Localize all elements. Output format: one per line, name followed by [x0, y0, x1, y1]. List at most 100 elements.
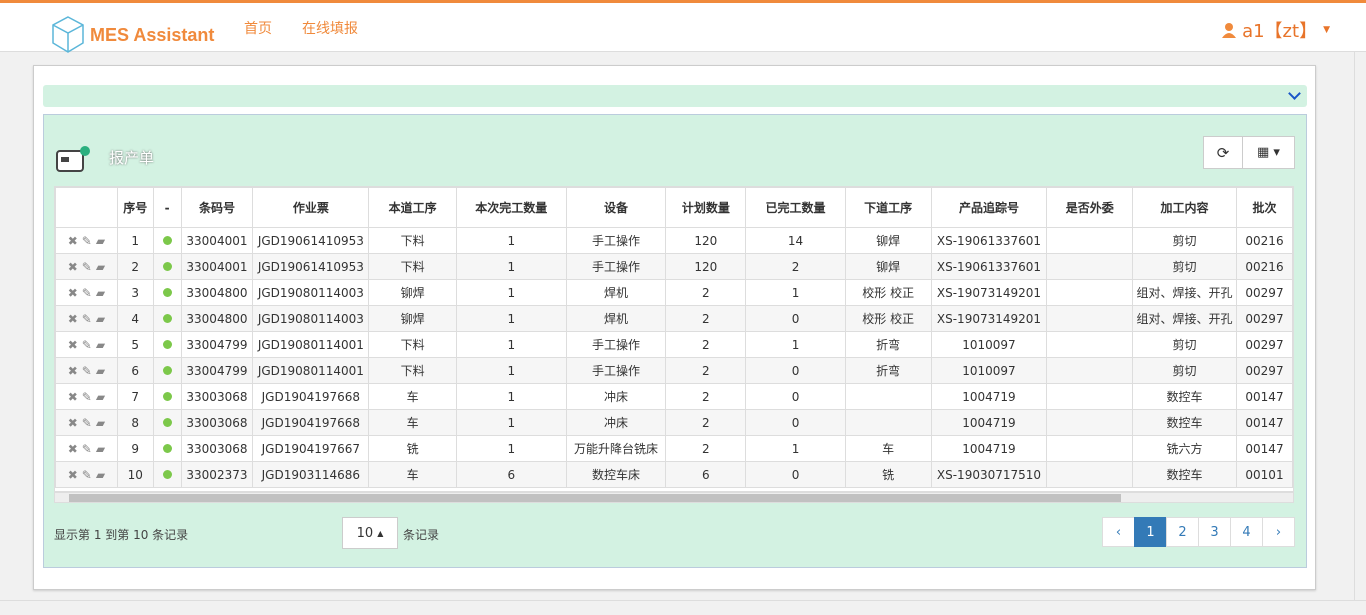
caret-up-icon: ▲ [377, 528, 384, 538]
table-cell: 1010097 [930, 331, 1048, 358]
column-header[interactable]: 本道工序 [368, 187, 457, 228]
table-cell: 1 [455, 253, 567, 280]
delete-icon[interactable]: ✖ [68, 390, 78, 404]
table-cell: 00297 [1236, 357, 1293, 384]
table-cell: 万能升降台铣床 [565, 435, 667, 462]
table-cell: 3 [116, 279, 154, 306]
page-button[interactable]: 1 [1134, 517, 1167, 547]
page-button[interactable]: 4 [1230, 517, 1263, 547]
folder-icon[interactable]: ▰ [96, 338, 105, 352]
filter-bar[interactable] [43, 85, 1307, 107]
folder-icon[interactable]: ▰ [96, 364, 105, 378]
table-cell: 6 [665, 461, 747, 488]
page-scrollbar[interactable] [1354, 52, 1366, 600]
table-cell: 1004719 [930, 383, 1048, 410]
table-cell: 00147 [1236, 409, 1293, 436]
table-cell: XS-19073149201 [930, 305, 1048, 332]
table-row[interactable]: ✖ ✎ ▰ 9 33003068 JGD1904197667 铣 1 万能升降台铣床 2 1 车 100… [55, 435, 1293, 462]
folder-icon[interactable]: ▰ [96, 260, 105, 274]
page-button[interactable]: 3 [1198, 517, 1231, 547]
user-menu[interactable]: a1【zt】 ▼ [1222, 17, 1330, 43]
brand-name[interactable]: MES Assistant [90, 25, 214, 46]
edit-icon[interactable]: ✎ [82, 286, 92, 300]
nav-home[interactable]: 首页 [244, 18, 272, 38]
table-row[interactable]: ✖ ✎ ▰ 2 33004001 JGD19061410953 下料 1 手工操作 120 2 铆焊 X… [55, 253, 1293, 280]
delete-icon[interactable]: ✖ [68, 416, 78, 430]
status-cell [152, 383, 182, 410]
status-dot-icon [162, 339, 172, 349]
edit-icon[interactable]: ✎ [82, 416, 92, 430]
table-cell: 手工操作 [565, 253, 667, 280]
folder-icon[interactable]: ▰ [96, 416, 105, 430]
table-row[interactable]: ✖ ✎ ▰ 5 33004799 JGD19080114001 下料 1 手工操作 2 1 折弯 101… [55, 331, 1293, 358]
table-cell: XS-19030717510 [930, 461, 1048, 488]
page-button[interactable]: ‹ [1102, 517, 1135, 547]
edit-icon[interactable]: ✎ [82, 312, 92, 326]
edit-icon[interactable]: ✎ [82, 442, 92, 456]
column-header[interactable]: - [152, 187, 182, 228]
column-header[interactable]: 是否外委 [1046, 187, 1134, 228]
delete-icon[interactable]: ✖ [68, 286, 78, 300]
table-cell: 33004799 [180, 331, 254, 358]
delete-icon[interactable]: ✖ [68, 312, 78, 326]
column-header[interactable]: 加工内容 [1132, 187, 1238, 228]
folder-icon[interactable]: ▰ [96, 442, 105, 456]
edit-icon[interactable]: ✎ [82, 390, 92, 404]
column-header[interactable]: 计划数量 [665, 187, 747, 228]
delete-icon[interactable]: ✖ [68, 338, 78, 352]
table-cell: JGD19080114001 [252, 357, 370, 384]
folder-icon[interactable]: ▰ [96, 234, 105, 248]
table-cell: 1 [745, 435, 846, 462]
edit-icon[interactable]: ✎ [82, 234, 92, 248]
column-header[interactable]: 序号 [116, 187, 154, 228]
column-header[interactable]: 产品追踪号 [930, 187, 1048, 228]
column-header[interactable]: 设备 [565, 187, 667, 228]
table-cell: 下料 [368, 357, 457, 384]
folder-icon[interactable]: ▰ [96, 286, 105, 300]
delete-icon[interactable]: ✖ [68, 260, 78, 274]
table-row[interactable]: ✖ ✎ ▰ 4 33004800 JGD19080114003 铆焊 1 焊机 2 0 校形 校正 XS… [55, 305, 1293, 332]
table-cell: 2 [665, 409, 747, 436]
page-button[interactable]: › [1262, 517, 1295, 547]
delete-icon[interactable]: ✖ [68, 468, 78, 482]
table-row[interactable]: ✖ ✎ ▰ 3 33004800 JGD19080114003 铆焊 1 焊机 2 1 校形 校正 XS… [55, 279, 1293, 306]
table-cell: 组对、焊接、开孔 [1132, 279, 1238, 306]
main-panel: 报产单 ⟳ ▦ ▾ 序号 - 条码号 作业票 本道工序 本次完工数量 设备 计划数量 已完工数量… [33, 65, 1316, 590]
page-size-select[interactable]: 10 ▲ [342, 517, 398, 549]
delete-icon[interactable]: ✖ [68, 442, 78, 456]
table-cell: 焊机 [565, 305, 667, 332]
column-header[interactable]: 批次 [1236, 187, 1293, 228]
refresh-button[interactable]: ⟳ [1203, 136, 1243, 169]
horizontal-scrollbar[interactable] [54, 492, 1294, 503]
nav-online-report[interactable]: 在线填报 [302, 18, 358, 38]
folder-icon[interactable]: ▰ [96, 390, 105, 404]
table-cell: 33003068 [180, 409, 254, 436]
table-row[interactable]: ✖ ✎ ▰ 6 33004799 JGD19080114001 下料 1 手工操作 2 0 折弯 101… [55, 357, 1293, 384]
table-row[interactable]: ✖ ✎ ▰ 7 33003068 JGD1904197668 车 1 冲床 2 0 1004719 数控… [55, 383, 1293, 410]
column-header[interactable]: 下道工序 [844, 187, 932, 228]
folder-icon[interactable]: ▰ [96, 468, 105, 482]
column-header[interactable] [55, 187, 118, 228]
folder-icon[interactable]: ▰ [96, 312, 105, 326]
row-actions: ✖ ✎ ▰ [55, 461, 118, 488]
column-header[interactable]: 本次完工数量 [455, 187, 567, 228]
scrollbar-thumb[interactable] [69, 494, 1121, 502]
table-cell: 9 [116, 435, 154, 462]
edit-icon[interactable]: ✎ [82, 364, 92, 378]
column-header[interactable]: 已完工数量 [745, 187, 846, 228]
table-row[interactable]: ✖ ✎ ▰ 10 33002373 JGD1903114686 车 6 数控车床 6 0 铣 XS-19… [55, 461, 1293, 488]
chevron-down-icon[interactable] [1288, 87, 1301, 100]
table-row[interactable]: ✖ ✎ ▰ 8 33003068 JGD1904197668 车 1 冲床 2 0 1004719 数控… [55, 409, 1293, 436]
column-header[interactable]: 作业票 [252, 187, 370, 228]
edit-icon[interactable]: ✎ [82, 338, 92, 352]
table-cell: 冲床 [565, 383, 667, 410]
columns-toggle-button[interactable]: ▦ ▾ [1242, 136, 1295, 169]
table-row[interactable]: ✖ ✎ ▰ 1 33004001 JGD19061410953 下料 1 手工操作 120 14 铆焊… [55, 227, 1293, 254]
table-cell: 33003068 [180, 383, 254, 410]
delete-icon[interactable]: ✖ [68, 234, 78, 248]
column-header[interactable]: 条码号 [180, 187, 254, 228]
edit-icon[interactable]: ✎ [82, 260, 92, 274]
delete-icon[interactable]: ✖ [68, 364, 78, 378]
edit-icon[interactable]: ✎ [82, 468, 92, 482]
page-button[interactable]: 2 [1166, 517, 1199, 547]
